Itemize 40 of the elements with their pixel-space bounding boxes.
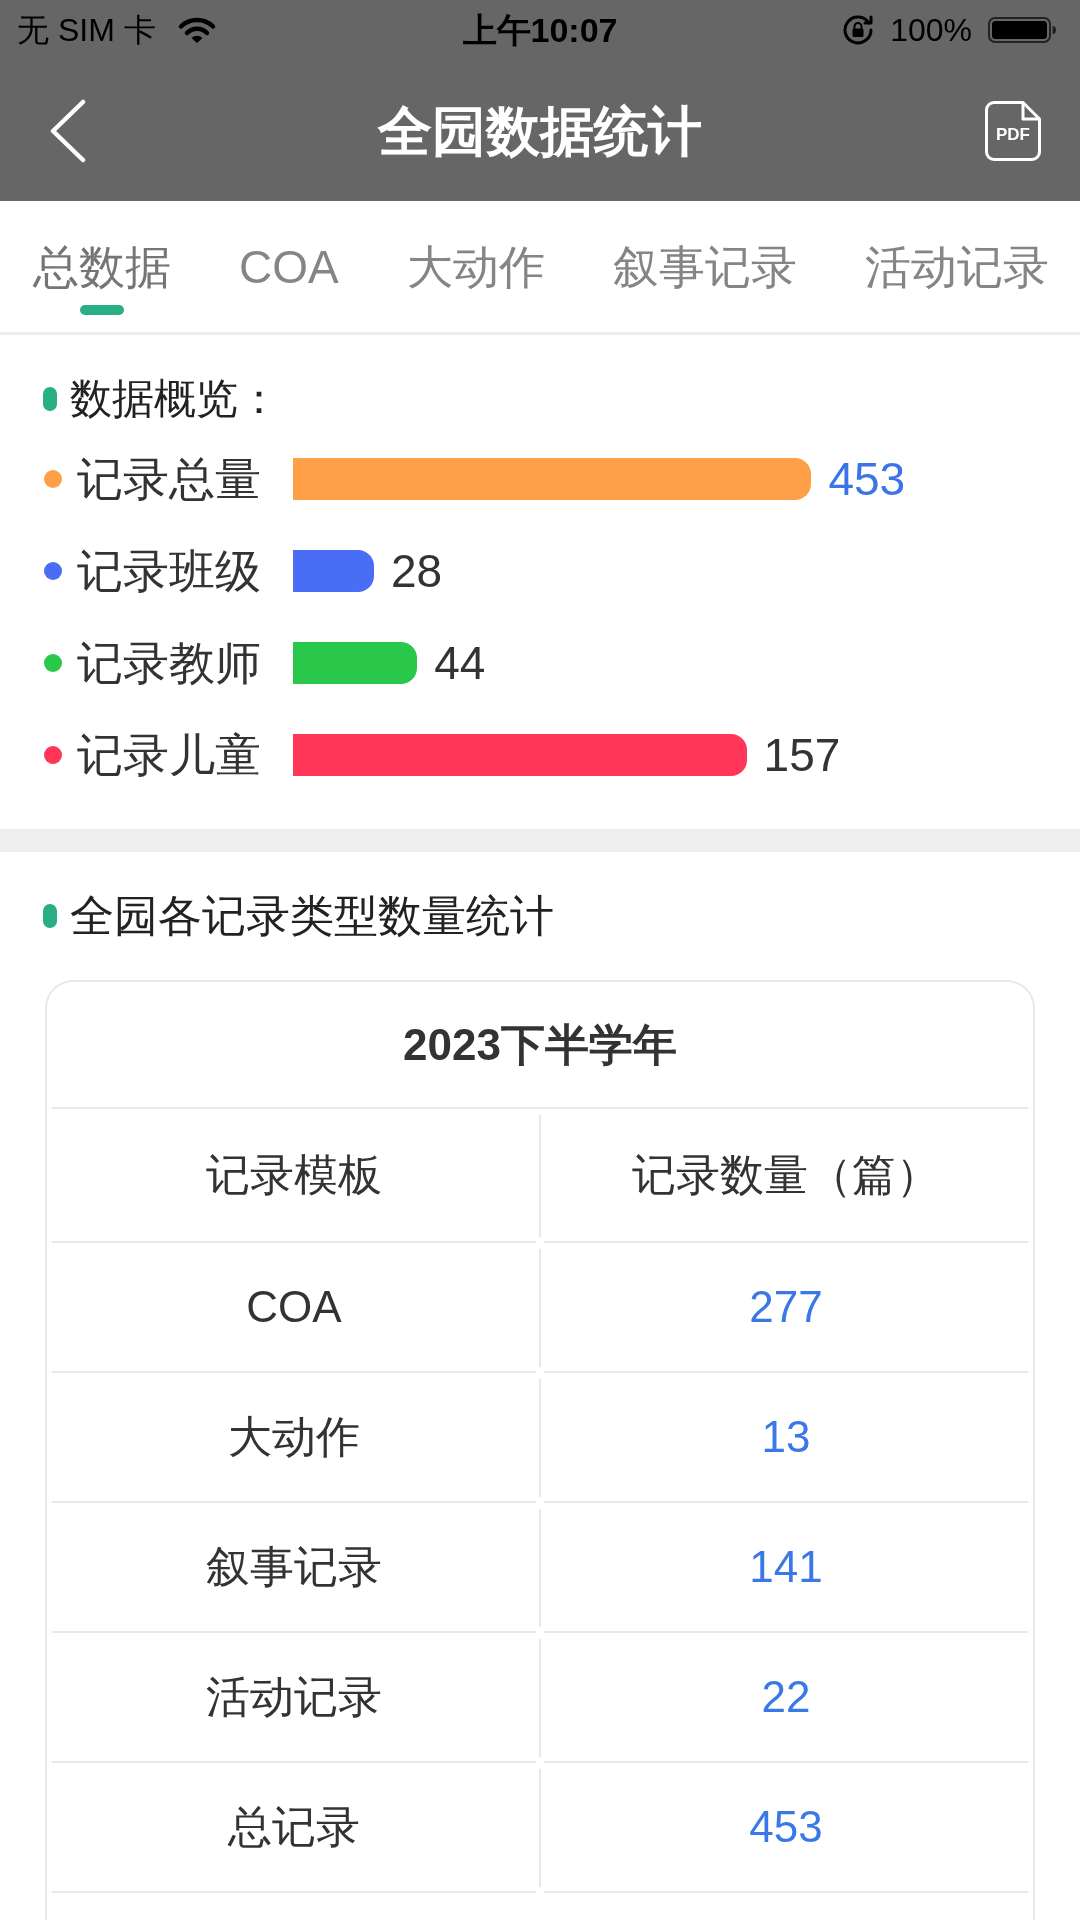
table-cell: 141 bbox=[544, 1503, 1028, 1633]
table-cell: 22 bbox=[544, 1633, 1028, 1763]
battery-icon bbox=[988, 17, 1057, 43]
table-cell: 13 bbox=[544, 1373, 1028, 1503]
table-caption: 2023下半学年 bbox=[52, 982, 1028, 1109]
stat-label: 记录班级 bbox=[77, 545, 261, 597]
wifi-icon bbox=[176, 16, 217, 44]
section-title: 全园各记录类型数量统计 bbox=[70, 892, 554, 940]
stat-value: 28 bbox=[391, 545, 443, 597]
table-cell: 大动作 bbox=[52, 1373, 536, 1503]
stat-label: 记录总量 bbox=[77, 453, 261, 505]
table-cell: 277 bbox=[544, 1243, 1028, 1373]
carrier-text: 无 SIM 卡 bbox=[17, 11, 156, 49]
stat-value: 157 bbox=[763, 729, 841, 781]
stat-label: 记录儿童 bbox=[77, 729, 261, 781]
rotation-lock-icon bbox=[842, 14, 875, 46]
section-title: 数据概览： bbox=[70, 375, 280, 423]
battery-percentage: 100% bbox=[890, 11, 972, 49]
tab[interactable]: 活动记录 bbox=[864, 241, 1049, 315]
tab[interactable]: COA bbox=[239, 241, 339, 315]
section-marker bbox=[43, 387, 57, 411]
tab[interactable]: 大动作 bbox=[406, 241, 545, 315]
column-header: 记录模板 bbox=[52, 1109, 536, 1243]
stat-value: 453 bbox=[828, 453, 906, 505]
table-cell: 叙事记录 bbox=[52, 1503, 536, 1633]
tab[interactable]: 总数据 bbox=[33, 241, 171, 315]
tab[interactable]: 叙事记录 bbox=[612, 241, 797, 315]
table-cell: 活动记录 bbox=[52, 1633, 536, 1763]
stat-label: 记录教师 bbox=[77, 637, 261, 689]
back-button[interactable] bbox=[50, 98, 86, 163]
page-title: 全园数据统计 bbox=[378, 99, 702, 162]
status-time: 上午10:07 bbox=[462, 10, 618, 50]
table-cell: COA bbox=[52, 1243, 536, 1373]
tab-underline bbox=[80, 305, 124, 315]
table-cell: 总记录 bbox=[52, 1763, 536, 1893]
pdf-button[interactable]: PDF bbox=[985, 100, 1041, 161]
column-header: 记录数量（篇） bbox=[544, 1109, 1028, 1243]
table-cell: 453 bbox=[544, 1763, 1028, 1893]
stat-value: 44 bbox=[434, 637, 486, 689]
section-marker bbox=[43, 904, 57, 928]
